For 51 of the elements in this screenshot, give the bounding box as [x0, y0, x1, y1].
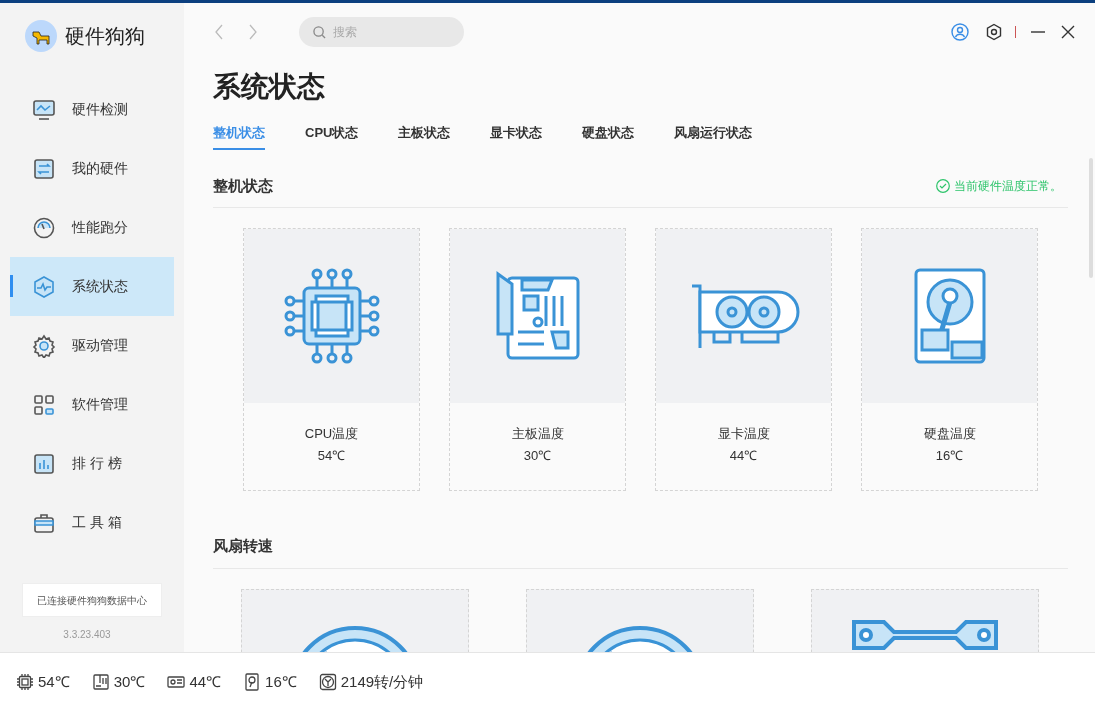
- temperature-value: 30℃: [523, 447, 552, 465]
- search-field[interactable]: 搜索: [299, 16, 464, 47]
- card-icon: [167, 673, 186, 691]
- sidebar-item[interactable]: 我的硬件: [10, 139, 174, 198]
- temperature-value: 44℃: [729, 447, 758, 465]
- card-label: CPU温度: [304, 425, 359, 443]
- sidebar-item[interactable]: 排 行 榜: [10, 434, 174, 493]
- chart-icon: [32, 451, 56, 476]
- page-title: 系统状态: [213, 70, 326, 104]
- sidebar-item[interactable]: 驱动管理: [10, 316, 174, 375]
- grid-icon: [32, 392, 56, 417]
- card-label: 主板温度: [511, 425, 564, 443]
- search-icon: [313, 25, 326, 39]
- status-reading: 54℃: [38, 671, 70, 692]
- board-icon: [91, 673, 110, 691]
- tab[interactable]: 硬盘状态: [582, 123, 635, 150]
- connection-status: 已连接硬件狗狗数据中心: [22, 583, 162, 617]
- swap-icon: [32, 156, 56, 181]
- sidebar-item[interactable]: 性能跑分: [10, 198, 174, 257]
- sidebar-item[interactable]: 软件管理: [10, 375, 174, 434]
- chip-icon: [16, 673, 34, 691]
- card-label: 显卡温度: [717, 425, 770, 443]
- section-heading: 风扇转速: [213, 535, 1068, 569]
- user-icon[interactable]: [951, 22, 969, 41]
- check-circle-icon: [936, 178, 950, 193]
- status-reading: 44℃: [189, 671, 222, 692]
- dog-logo-icon: [25, 20, 57, 52]
- app-name: 硬件狗狗: [65, 24, 145, 49]
- tab[interactable]: 显卡状态: [490, 123, 543, 150]
- tab[interactable]: 风扇运行状态: [674, 123, 753, 150]
- temperature-value: 16℃: [935, 447, 964, 465]
- pulse-icon: [32, 274, 56, 299]
- bracket-icon: [850, 617, 1000, 652]
- gauge-icon: [32, 215, 56, 240]
- status-reading: 16℃: [265, 671, 297, 692]
- section-heading: 整机状态: [213, 175, 273, 196]
- settings-icon: [32, 333, 56, 358]
- monitor-icon: [32, 97, 56, 122]
- card-label: 硬盘温度: [923, 425, 976, 443]
- close-icon[interactable]: [1060, 23, 1076, 40]
- settings-icon[interactable]: [985, 22, 1003, 41]
- status-reading: 2149转/分钟: [340, 671, 424, 692]
- tab[interactable]: CPU状态: [305, 123, 359, 150]
- tab[interactable]: 主板状态: [398, 123, 451, 150]
- sidebar-item[interactable]: 系统状态: [10, 257, 174, 316]
- sidebar-item[interactable]: 硬件检测: [10, 80, 174, 139]
- temperature-value: 54℃: [317, 447, 346, 465]
- sidebar-item[interactable]: 工 具 箱: [10, 493, 174, 552]
- version-text: 3.3.23.403: [62, 628, 112, 642]
- status-message: 当前硬件温度正常。: [954, 177, 1062, 195]
- status-reading: 30℃: [113, 671, 146, 692]
